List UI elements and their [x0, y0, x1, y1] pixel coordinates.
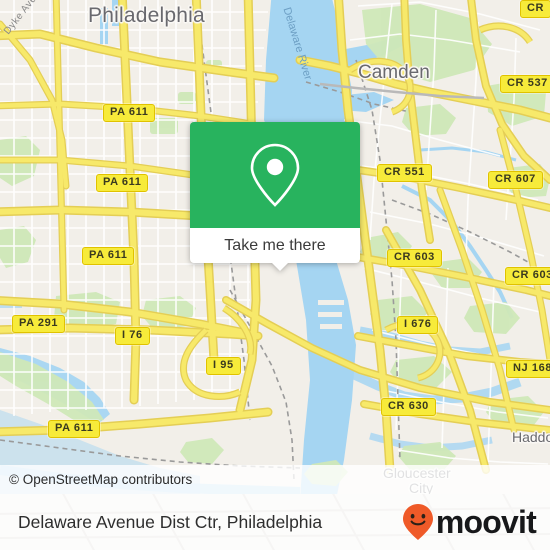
- shield-pa-611-b[interactable]: PA 611: [96, 174, 149, 192]
- shield-cr-537[interactable]: CR 537: [500, 75, 550, 93]
- moovit-brand[interactable]: moovit: [402, 503, 537, 541]
- shield-pa-611-d[interactable]: PA 611: [48, 420, 101, 438]
- bottom-info-bar: Delaware Avenue Dist Ctr, Philadelphia m…: [0, 494, 550, 550]
- popup-pointer-tail: [271, 262, 289, 271]
- shield-pa-611-a[interactable]: PA 611: [103, 104, 156, 122]
- shield-cr-603-a[interactable]: CR 603: [387, 249, 442, 267]
- shield-pa-611-c[interactable]: PA 611: [82, 247, 135, 265]
- shield-pa-291[interactable]: PA 291: [12, 315, 66, 333]
- map-pin-icon: [250, 143, 300, 207]
- popup-action-button[interactable]: Take me there: [190, 228, 360, 263]
- location-popup-card[interactable]: Take me there: [190, 122, 360, 271]
- shield-cr-top[interactable]: CR: [520, 0, 550, 18]
- shield-cr-630[interactable]: CR 630: [381, 398, 436, 416]
- place-label-camden: Camden: [358, 62, 430, 83]
- shield-i-76[interactable]: I 76: [115, 327, 150, 345]
- map-canvas[interactable]: Philadelphia Camden Gloucester City Hadd…: [0, 0, 550, 494]
- map-attribution[interactable]: © OpenStreetMap contributors: [0, 465, 550, 494]
- popup-action-label: Take me there: [224, 236, 326, 254]
- moovit-smiley-pin-icon: [402, 504, 433, 540]
- moovit-wordmark: moovit: [435, 504, 537, 540]
- shield-i-95[interactable]: I 95: [206, 357, 241, 375]
- shield-cr-551[interactable]: CR 551: [377, 164, 432, 182]
- shield-nj-168[interactable]: NJ 168: [506, 360, 550, 378]
- shield-cr-603-b[interactable]: CR 603: [505, 267, 550, 285]
- shield-i-676[interactable]: I 676: [397, 316, 439, 334]
- attribution-text: © OpenStreetMap contributors: [9, 472, 193, 487]
- place-label-haddon: Haddo: [512, 429, 550, 445]
- page-title: Delaware Avenue Dist Ctr, Philadelphia: [18, 511, 323, 532]
- popup-header: [190, 122, 360, 228]
- app-screen: Philadelphia Camden Gloucester City Hadd…: [0, 0, 550, 550]
- shield-cr-607[interactable]: CR 607: [488, 171, 543, 189]
- place-label-philadelphia: Philadelphia: [88, 4, 205, 27]
